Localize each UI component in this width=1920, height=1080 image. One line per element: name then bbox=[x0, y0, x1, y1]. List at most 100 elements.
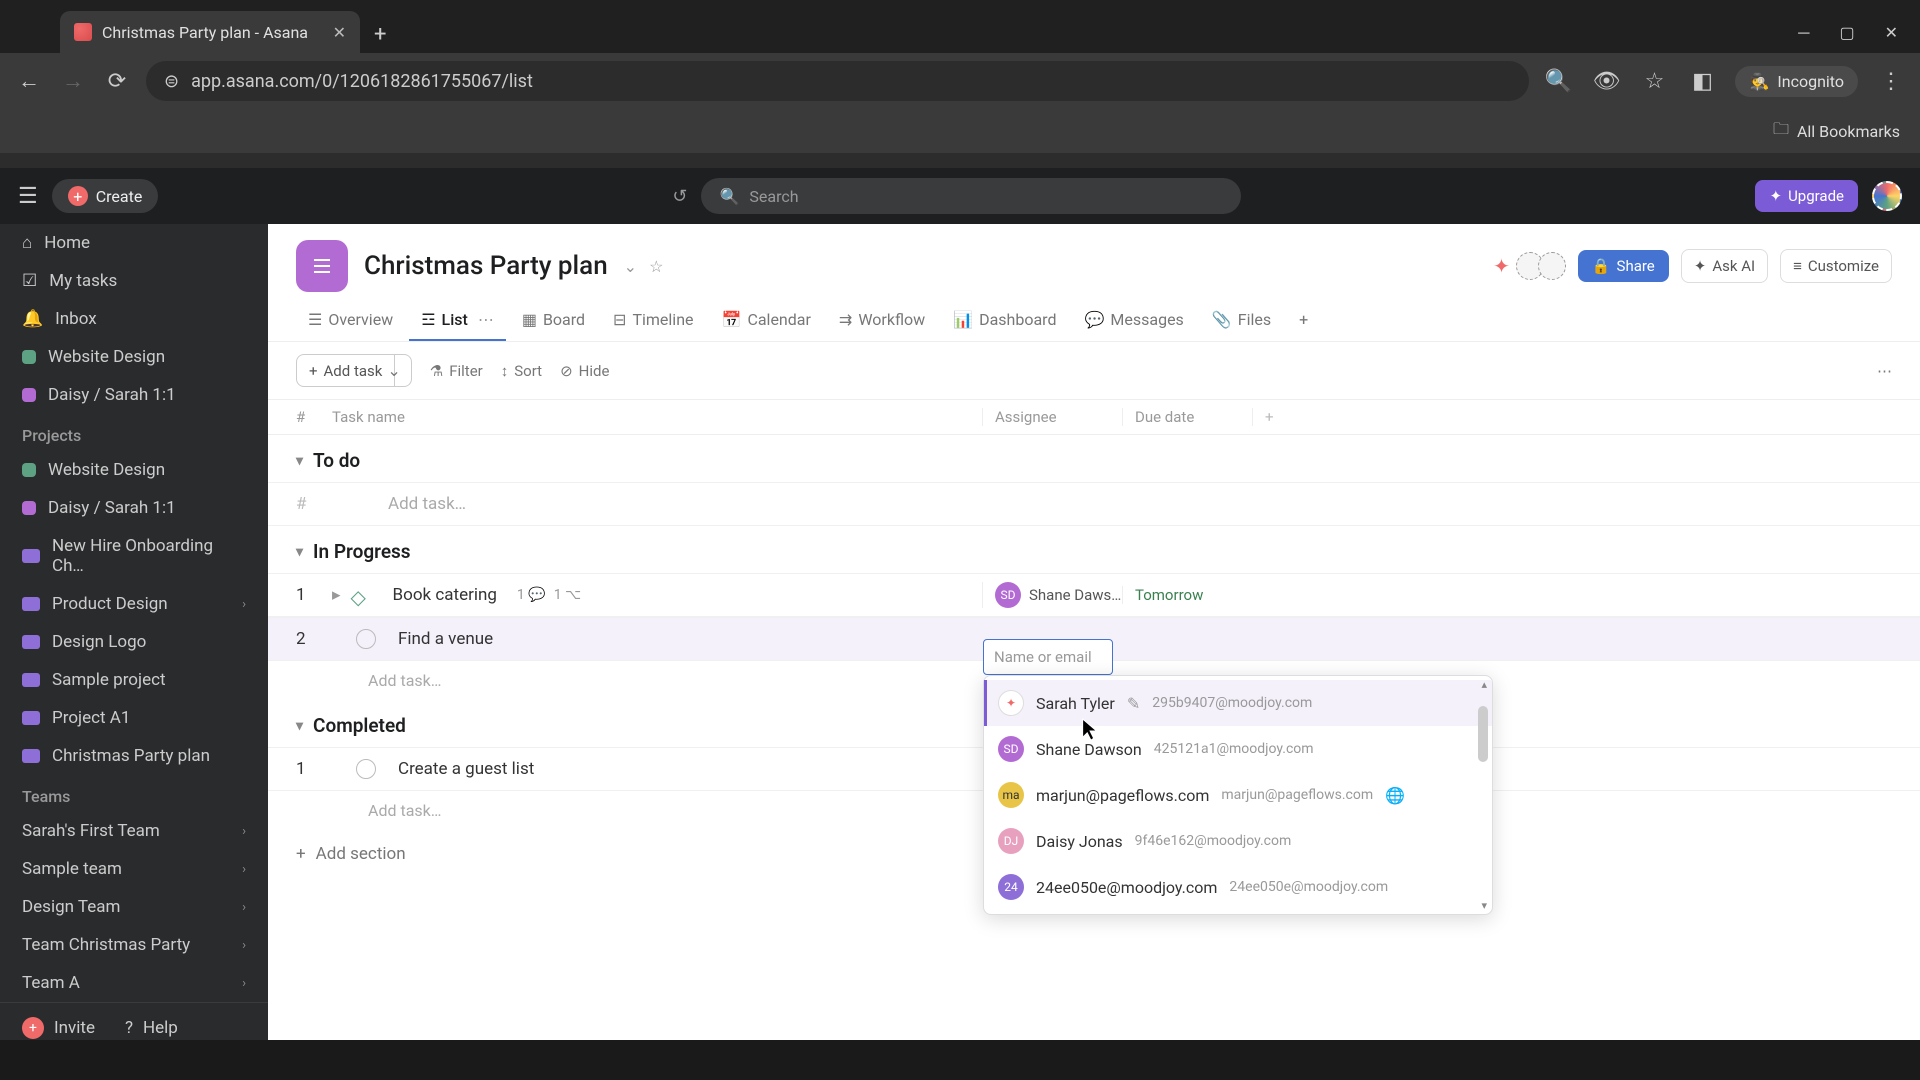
profile-avatar[interactable] bbox=[1872, 181, 1902, 211]
help-button[interactable]: ?Help bbox=[125, 1017, 178, 1039]
task-row[interactable]: 1 ▸ ◇ Book catering 1 💬 1 ⌥ SD Shane Daw… bbox=[268, 573, 1920, 617]
assignee-option[interactable]: SD Shane Dawson 425121a1@moodjoy.com bbox=[984, 726, 1492, 772]
due-date-cell[interactable]: Tomorrow bbox=[1122, 586, 1252, 604]
members-stack[interactable] bbox=[1522, 252, 1566, 280]
assignee-input[interactable]: Name or email bbox=[983, 639, 1113, 675]
add-task-dropdown[interactable]: ⌄ bbox=[377, 354, 411, 387]
sidebar-team-item[interactable]: Team A› bbox=[0, 964, 268, 1002]
tab-timeline[interactable]: ⊟Timeline bbox=[601, 300, 705, 341]
sidebar-home[interactable]: ⌂Home bbox=[0, 224, 268, 262]
create-button[interactable]: + Create bbox=[52, 179, 159, 213]
folder-icon bbox=[22, 749, 40, 763]
ask-ai-button[interactable]: ✦Ask AI bbox=[1681, 249, 1768, 283]
calendar-icon: 📅 bbox=[722, 310, 742, 329]
tab-files[interactable]: 📎Files bbox=[1200, 300, 1283, 341]
back-button[interactable]: ← bbox=[14, 68, 44, 94]
task-name[interactable]: Find a venue bbox=[398, 629, 493, 649]
col-taskname[interactable]: Task name bbox=[332, 408, 982, 426]
section-inprogress[interactable]: ▾ In Progress bbox=[268, 526, 1920, 573]
more-actions-button[interactable]: ⋯ bbox=[1877, 362, 1892, 380]
all-bookmarks-button[interactable]: All Bookmarks bbox=[1797, 122, 1900, 141]
project-icon[interactable] bbox=[296, 240, 348, 292]
complete-checkbox[interactable] bbox=[356, 759, 376, 779]
tab-calendar[interactable]: 📅Calendar bbox=[710, 300, 823, 341]
complete-checkbox[interactable] bbox=[356, 629, 376, 649]
sidebar-project-item[interactable]: Project A1 bbox=[0, 699, 268, 737]
sidebar-recent-item[interactable]: Website Design bbox=[0, 338, 268, 376]
sidebar-project-item[interactable]: Daisy / Sarah 1:1 bbox=[0, 489, 268, 527]
forward-button[interactable]: → bbox=[58, 68, 88, 94]
tab-overview[interactable]: ☰Overview bbox=[296, 300, 405, 341]
upgrade-button[interactable]: ✦ Upgrade bbox=[1755, 180, 1858, 212]
sidebar-team-item[interactable]: Sample team› bbox=[0, 850, 268, 888]
maximize-icon[interactable]: ▢ bbox=[1839, 23, 1854, 43]
scroll-up-icon[interactable]: ▴ bbox=[1481, 678, 1487, 691]
add-column-button[interactable]: + bbox=[1252, 408, 1892, 426]
sidebar-recent-item[interactable]: Daisy / Sarah 1:1 bbox=[0, 376, 268, 414]
minimize-icon[interactable]: ─ bbox=[1798, 23, 1809, 43]
sidebar-project-item[interactable]: New Hire Onboarding Ch… bbox=[0, 527, 268, 585]
task-name[interactable]: Book catering bbox=[393, 585, 497, 605]
sidebar-project-item[interactable]: Sample project bbox=[0, 661, 268, 699]
col-duedate[interactable]: Due date bbox=[1122, 408, 1252, 426]
tab-messages[interactable]: 💬Messages bbox=[1072, 300, 1195, 341]
sidebar-mytasks[interactable]: ☑My tasks bbox=[0, 262, 268, 300]
chrome-menu-icon[interactable]: ⋮ bbox=[1876, 69, 1906, 94]
customize-button[interactable]: ≡Customize bbox=[1780, 249, 1892, 283]
incognito-badge[interactable]: 🕵 Incognito bbox=[1735, 66, 1858, 97]
add-tab-button[interactable]: + bbox=[1287, 300, 1320, 341]
url-input[interactable]: ⊜ app.asana.com/0/1206182861755067/list bbox=[146, 61, 1529, 101]
task-placeholder-row[interactable]: # Add task… bbox=[268, 482, 1920, 526]
assignee-option[interactable]: 24 24ee050e@moodjoy.com 24ee050e@moodjoy… bbox=[984, 864, 1492, 910]
star-icon[interactable]: ☆ bbox=[649, 257, 663, 276]
assignee-cell[interactable]: SD Shane Daws… bbox=[982, 582, 1122, 608]
history-icon[interactable]: ↺ bbox=[672, 186, 687, 207]
ai-sparkle-icon[interactable]: ✦ bbox=[1493, 254, 1510, 278]
reload-button[interactable]: ⟳ bbox=[102, 69, 132, 94]
scroll-down-icon[interactable]: ▾ bbox=[1481, 899, 1487, 912]
section-todo[interactable]: ▾ To do bbox=[268, 435, 1920, 482]
bookmark-star-icon[interactable]: ☆ bbox=[1639, 69, 1669, 94]
assignee-option[interactable]: ✦ Sarah Tyler ✎ 295b9407@moodjoy.com bbox=[984, 680, 1492, 726]
new-tab-button[interactable]: + bbox=[374, 22, 386, 53]
global-search[interactable]: 🔍 Search bbox=[701, 178, 1241, 214]
sidepanel-icon[interactable]: ◧ bbox=[1687, 69, 1717, 94]
assignee-avatar: SD bbox=[995, 582, 1021, 608]
tab-workflow[interactable]: ⇉Workflow bbox=[827, 300, 937, 341]
filter-button[interactable]: ⚗Filter bbox=[430, 362, 483, 380]
add-task-inline[interactable]: Add task… bbox=[332, 494, 982, 514]
sidebar-project-item[interactable]: Design Logo bbox=[0, 623, 268, 661]
expand-subtasks-icon[interactable]: ▸ bbox=[332, 585, 341, 605]
zoom-icon[interactable]: 🔍 bbox=[1543, 69, 1573, 94]
invite-button[interactable]: +Invite bbox=[22, 1017, 95, 1039]
share-button[interactable]: 🔒Share bbox=[1578, 250, 1669, 282]
tab-close-icon[interactable]: ✕ bbox=[333, 23, 346, 42]
sidebar-team-item[interactable]: Sarah's First Team› bbox=[0, 812, 268, 850]
milestone-icon[interactable]: ◇ bbox=[351, 585, 371, 605]
tab-board[interactable]: ▦Board bbox=[510, 300, 597, 341]
assignee-option[interactable]: DJ Daisy Jonas 9f46e162@moodjoy.com bbox=[984, 818, 1492, 864]
scrollbar-thumb[interactable] bbox=[1478, 706, 1488, 762]
task-name[interactable]: Create a guest list bbox=[398, 759, 534, 779]
tab-menu-icon[interactable]: ⋯ bbox=[478, 310, 494, 329]
task-row[interactable]: 2 Find a venue Name or email ✦ Sarah Tyl… bbox=[268, 617, 1920, 661]
sidebar-toggle-icon[interactable]: ☰ bbox=[18, 184, 38, 209]
assignee-option[interactable]: ma marjun@pageflows.com marjun@pageflows… bbox=[984, 772, 1492, 818]
tab-dashboard[interactable]: 📊Dashboard bbox=[941, 300, 1068, 341]
sidebar-inbox[interactable]: 🔔Inbox bbox=[0, 300, 268, 338]
sidebar-project-item[interactable]: Christmas Party plan bbox=[0, 737, 268, 775]
tab-list[interactable]: ☲List⋯ bbox=[409, 300, 506, 341]
browser-tab[interactable]: Christmas Party plan - Asana ✕ bbox=[60, 11, 360, 53]
close-icon[interactable]: ✕ bbox=[1885, 23, 1898, 43]
col-assignee[interactable]: Assignee bbox=[982, 408, 1122, 426]
chevron-down-icon[interactable]: ⌄ bbox=[624, 257, 637, 276]
sidebar-project-item[interactable]: Product Design› bbox=[0, 585, 268, 623]
sidebar-project-item[interactable]: Website Design bbox=[0, 451, 268, 489]
hide-button[interactable]: ⊘Hide bbox=[560, 362, 609, 380]
sort-button[interactable]: ↕Sort bbox=[501, 362, 542, 380]
project-title[interactable]: Christmas Party plan bbox=[364, 251, 608, 281]
site-settings-icon[interactable]: ⊜ bbox=[164, 71, 179, 92]
visibility-off-icon[interactable]: 👁 bbox=[1591, 69, 1621, 94]
sidebar-team-item[interactable]: Design Team› bbox=[0, 888, 268, 926]
sidebar-team-item[interactable]: Team Christmas Party› bbox=[0, 926, 268, 964]
